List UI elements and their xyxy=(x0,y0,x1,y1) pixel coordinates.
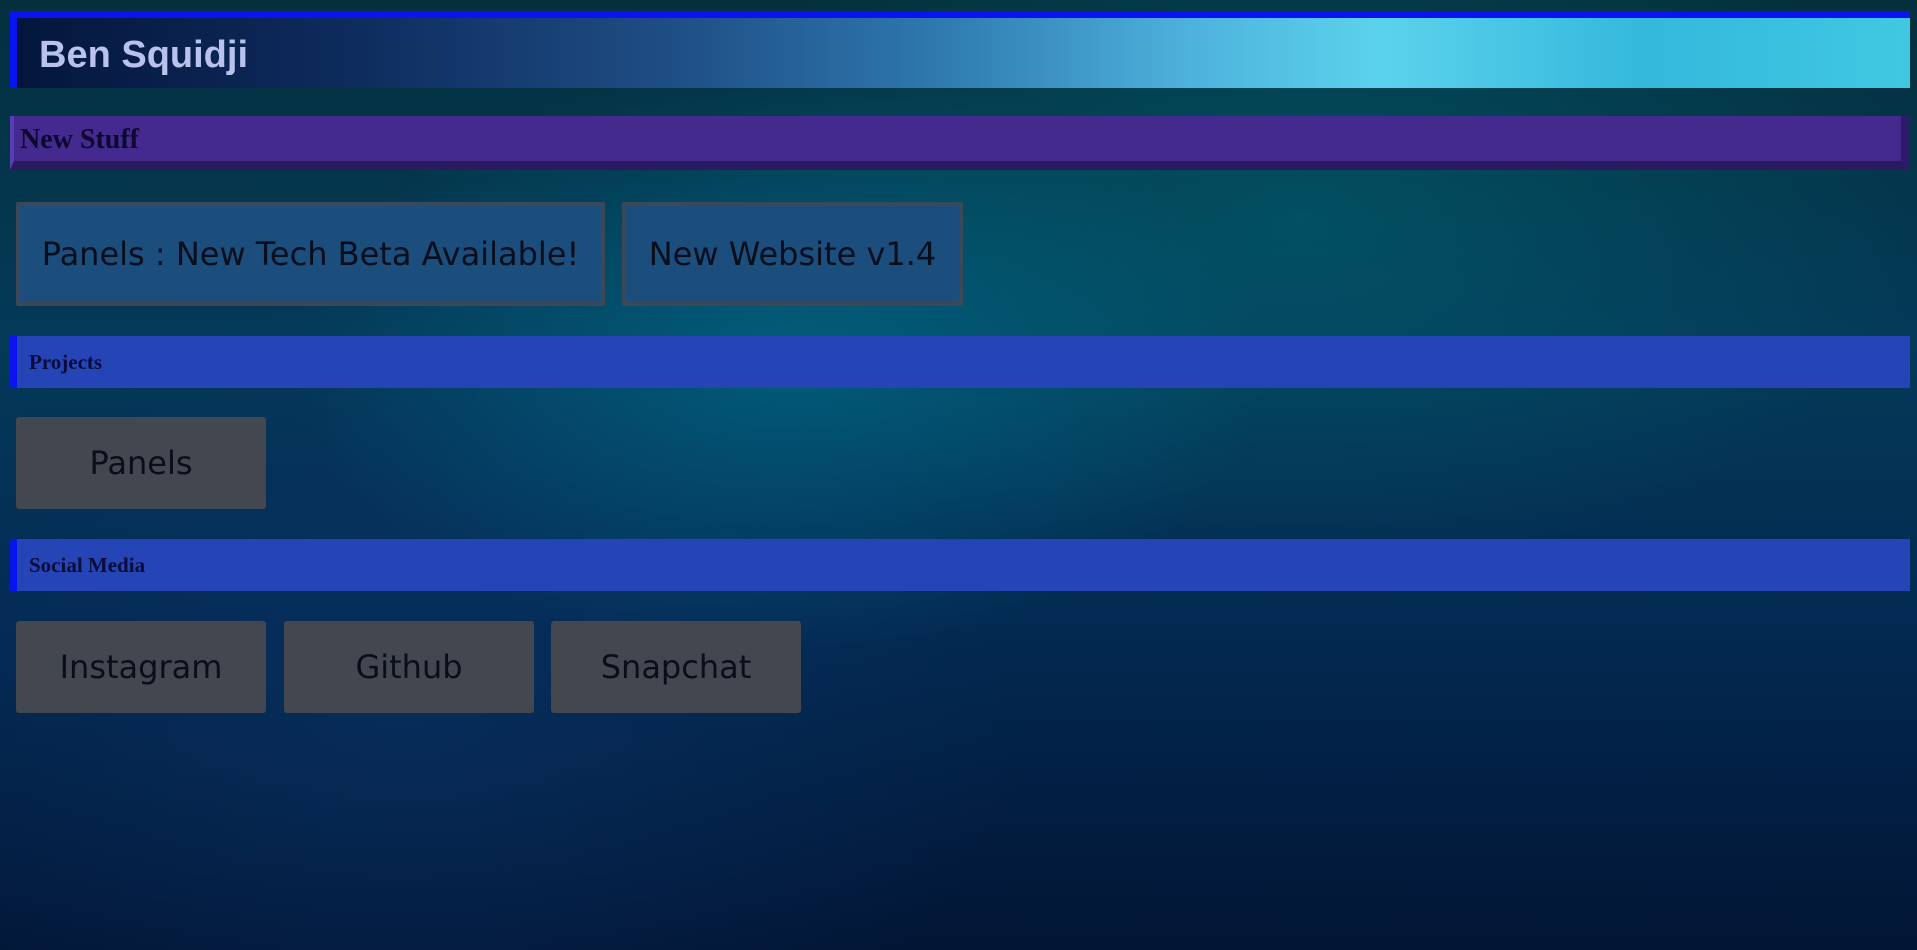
site-title: Ben Squidji xyxy=(39,34,248,76)
section-header-projects: Projects xyxy=(10,336,1910,388)
section-title-social-media: Social Media xyxy=(29,553,146,577)
section-header-new-stuff: New Stuff xyxy=(10,116,1910,170)
social-link-instagram[interactable]: Instagram xyxy=(16,621,266,713)
news-item-new-website[interactable]: New Website v1.4 xyxy=(622,202,963,306)
section-title-new-stuff: New Stuff xyxy=(20,124,139,155)
section-header-social-media: Social Media xyxy=(10,539,1910,591)
social-link-snapchat[interactable]: Snapchat xyxy=(551,621,801,713)
site-header: Ben Squidji xyxy=(10,11,1910,88)
project-link-panels[interactable]: Panels xyxy=(16,417,266,509)
social-link-github[interactable]: Github xyxy=(284,621,534,713)
section-title-projects: Projects xyxy=(29,350,103,374)
news-item-panels-beta[interactable]: Panels : New Tech Beta Available! xyxy=(16,202,605,306)
